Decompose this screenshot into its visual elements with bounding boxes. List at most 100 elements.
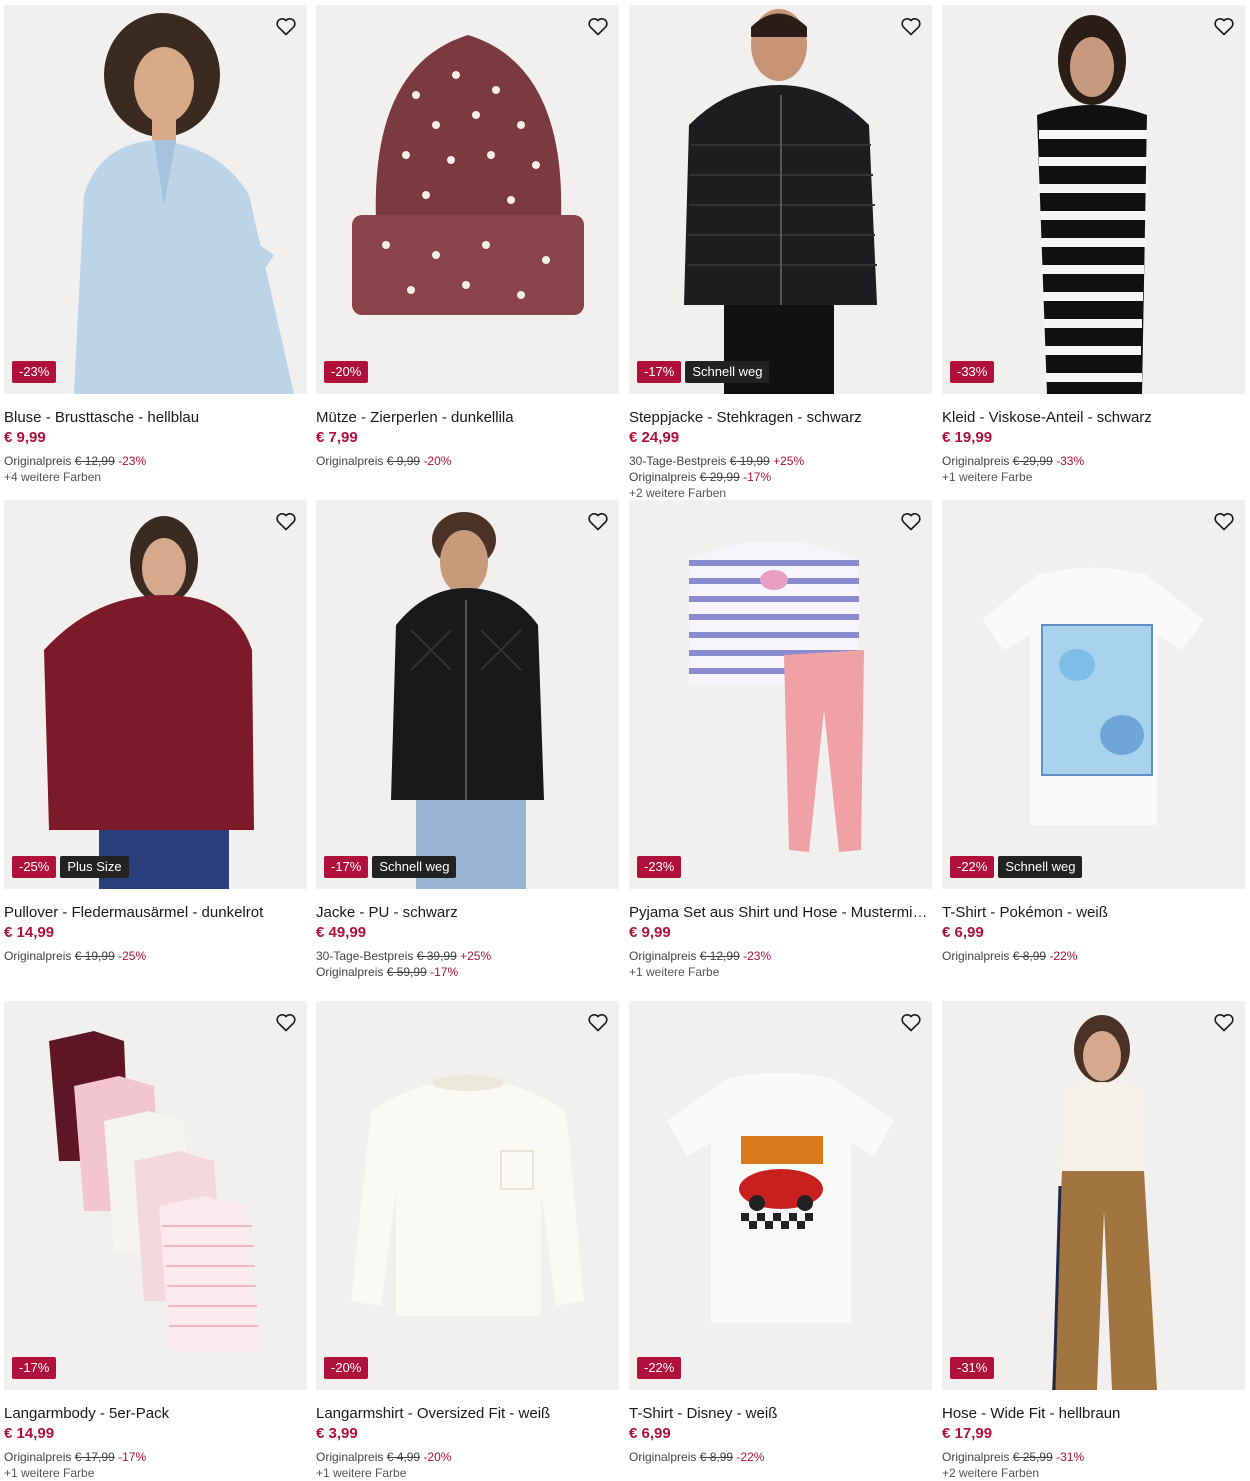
product-image[interactable]: -25% Plus Size bbox=[4, 500, 307, 889]
product-photo-icon bbox=[316, 1001, 619, 1390]
product-info: Pyjama Set aus Shirt und Hose - Mustermi… bbox=[629, 889, 932, 980]
product-title[interactable]: Hose - Wide Fit - hellbraun bbox=[942, 1404, 1245, 1424]
product-info: Jacke - PU - schwarz € 49,99 30-Tage-Bestp… bbox=[316, 889, 619, 980]
product-card[interactable]: -23% Bluse - Brusttasche - hellblau € 9,9… bbox=[4, 5, 307, 485]
wishlist-heart-icon[interactable] bbox=[898, 1009, 924, 1035]
product-image[interactable]: -31% bbox=[942, 1001, 1245, 1390]
product-image[interactable]: -22% bbox=[629, 1001, 932, 1390]
more-colors-link[interactable]: +1 weitere Farbe bbox=[316, 1465, 619, 1481]
product-card[interactable]: -33% Kleid - Viskose-Anteil - schwarz € 1… bbox=[942, 5, 1245, 485]
more-colors-link[interactable]: +2 weitere Farben bbox=[942, 1465, 1245, 1481]
product-card[interactable]: -20% Mütze - Zierperlen - dunkellila € 7,… bbox=[316, 5, 619, 469]
price-details: 30-Tage-Bestpreis € 19,99 +25% Originalpr… bbox=[629, 453, 932, 485]
product-card[interactable]: -22% Schnell weg T-Shirt - Pokémon - weiß… bbox=[942, 500, 1245, 964]
wishlist-heart-icon[interactable] bbox=[585, 1009, 611, 1035]
product-image[interactable]: -17% Schnell weg bbox=[316, 500, 619, 889]
price-line: Originalpreis € 8,99 -22% bbox=[942, 948, 1245, 964]
product-image[interactable]: -23% bbox=[629, 500, 932, 889]
price-line-label: 30-Tage-Bestpreis bbox=[629, 454, 727, 468]
more-colors-link[interactable]: +2 weitere Farben bbox=[629, 485, 932, 501]
badge-group: -22% Schnell weg bbox=[950, 856, 1083, 878]
product-price: € 9,99 bbox=[4, 429, 46, 446]
wishlist-heart-icon[interactable] bbox=[585, 508, 611, 534]
product-title[interactable]: Bluse - Brusttasche - hellblau bbox=[4, 408, 307, 428]
price-line: Originalpreis € 9,99 -20% bbox=[316, 453, 619, 469]
price-change-percent: -22% bbox=[736, 1450, 765, 1464]
product-image[interactable]: -20% bbox=[316, 1001, 619, 1390]
product-photo-icon bbox=[942, 1001, 1245, 1390]
product-title[interactable]: Langarmbody - 5er-Pack bbox=[4, 1404, 307, 1424]
more-colors-link[interactable]: +1 weitere Farbe bbox=[629, 964, 932, 980]
price-details: Originalpreis € 4,99 -20% bbox=[316, 1449, 619, 1465]
product-title[interactable]: T-Shirt - Pokémon - weiß bbox=[942, 903, 1245, 923]
more-colors-link[interactable]: +4 weitere Farben bbox=[4, 469, 307, 485]
wishlist-heart-icon[interactable] bbox=[273, 13, 299, 39]
price-line-label: Originalpreis bbox=[629, 470, 697, 484]
price-details: Originalpreis € 9,99 -20% bbox=[316, 453, 619, 469]
more-colors-link[interactable]: +1 weitere Farbe bbox=[4, 1465, 307, 1481]
product-title[interactable]: Jacke - PU - schwarz bbox=[316, 903, 619, 923]
product-title[interactable]: Mütze - Zierperlen - dunkellila bbox=[316, 408, 619, 428]
product-card[interactable]: -22% T-Shirt - Disney - weiß € 6,99 Origin… bbox=[629, 1001, 932, 1465]
price-line: 30-Tage-Bestpreis € 19,99 +25% bbox=[629, 453, 932, 469]
price-change-percent: -31% bbox=[1056, 1450, 1085, 1464]
price-change-percent: -23% bbox=[118, 454, 147, 468]
product-image[interactable]: -23% bbox=[4, 5, 307, 394]
price-line-label: Originalpreis bbox=[316, 1450, 384, 1464]
price-details: Originalpreis € 19,99 -25% bbox=[4, 948, 307, 964]
product-image[interactable]: -17% Schnell weg bbox=[629, 5, 932, 394]
product-card[interactable]: -23% Pyjama Set aus Shirt und Hose - Mus… bbox=[629, 500, 932, 980]
label-badge: Schnell weg bbox=[998, 856, 1083, 878]
price-line: Originalpreis € 59,99 -17% bbox=[316, 964, 619, 980]
price-change-percent: -17% bbox=[430, 965, 459, 979]
price-change-percent: -25% bbox=[118, 949, 147, 963]
old-price: € 12,99 bbox=[699, 949, 740, 963]
product-card[interactable]: -17% Schnell weg Steppjacke - Stehkragen … bbox=[629, 5, 932, 501]
product-image[interactable]: -20% bbox=[316, 5, 619, 394]
product-title[interactable]: Kleid - Viskose-Anteil - schwarz bbox=[942, 408, 1245, 428]
product-info: T-Shirt - Pokémon - weiß € 6,99 Originalpr… bbox=[942, 889, 1245, 964]
price-line: Originalpreis € 29,99 -33% bbox=[942, 453, 1245, 469]
product-price: € 3,99 bbox=[316, 1425, 358, 1442]
price-change-percent: -33% bbox=[1056, 454, 1085, 468]
product-card[interactable]: -17% Schnell weg Jacke - PU - schwarz € 49… bbox=[316, 500, 619, 980]
price-line: 30-Tage-Bestpreis € 39,99 +25% bbox=[316, 948, 619, 964]
price-line-label: Originalpreis bbox=[4, 1450, 72, 1464]
product-card[interactable]: -17% Langarmbody - 5er-Pack € 14,99 Origin… bbox=[4, 1001, 307, 1481]
product-title[interactable]: Langarmshirt - Oversized Fit - weiß bbox=[316, 1404, 619, 1424]
product-title[interactable]: Pyjama Set aus Shirt und Hose - Mustermi… bbox=[629, 903, 932, 923]
price-line: Originalpreis € 12,99 -23% bbox=[4, 453, 307, 469]
discount-badge: -23% bbox=[637, 856, 682, 878]
product-card[interactable]: -25% Plus Size Pullover - Fledermausärmel… bbox=[4, 500, 307, 964]
badge-group: -25% Plus Size bbox=[12, 856, 129, 878]
product-card[interactable]: -20% Langarmshirt - Oversized Fit - weiß… bbox=[316, 1001, 619, 1481]
price-details: Originalpreis € 17,99 -17% bbox=[4, 1449, 307, 1465]
product-image[interactable]: -17% bbox=[4, 1001, 307, 1390]
product-price: € 19,99 bbox=[942, 429, 993, 446]
product-title[interactable]: Pullover - Fledermausärmel - dunkelrot bbox=[4, 903, 307, 923]
old-price: € 12,99 bbox=[74, 454, 115, 468]
wishlist-heart-icon[interactable] bbox=[898, 508, 924, 534]
product-title[interactable]: Steppjacke - Stehkragen - schwarz bbox=[629, 408, 932, 428]
product-photo-icon bbox=[629, 5, 932, 394]
product-info: Mütze - Zierperlen - dunkellila € 7,99 Ori… bbox=[316, 394, 619, 469]
wishlist-heart-icon[interactable] bbox=[898, 13, 924, 39]
product-image[interactable]: -33% bbox=[942, 5, 1245, 394]
wishlist-heart-icon[interactable] bbox=[1211, 1009, 1237, 1035]
more-colors-link[interactable]: +1 weitere Farbe bbox=[942, 469, 1245, 485]
discount-badge: -33% bbox=[950, 361, 995, 383]
product-info: Kleid - Viskose-Anteil - schwarz € 19,99 O… bbox=[942, 394, 1245, 485]
wishlist-heart-icon[interactable] bbox=[1211, 13, 1237, 39]
product-card[interactable]: -31% Hose - Wide Fit - hellbraun € 17,99 O… bbox=[942, 1001, 1245, 1481]
wishlist-heart-icon[interactable] bbox=[273, 1009, 299, 1035]
product-image[interactable]: -22% Schnell weg bbox=[942, 500, 1245, 889]
wishlist-heart-icon[interactable] bbox=[585, 13, 611, 39]
product-price: € 14,99 bbox=[4, 924, 55, 941]
price-line-label: Originalpreis bbox=[4, 454, 72, 468]
wishlist-heart-icon[interactable] bbox=[1211, 508, 1237, 534]
product-title[interactable]: T-Shirt - Disney - weiß bbox=[629, 1404, 932, 1424]
product-info: Steppjacke - Stehkragen - schwarz € 24,99… bbox=[629, 394, 932, 501]
wishlist-heart-icon[interactable] bbox=[273, 508, 299, 534]
badge-group: -17% bbox=[12, 1357, 57, 1379]
price-change-percent: -23% bbox=[743, 949, 772, 963]
